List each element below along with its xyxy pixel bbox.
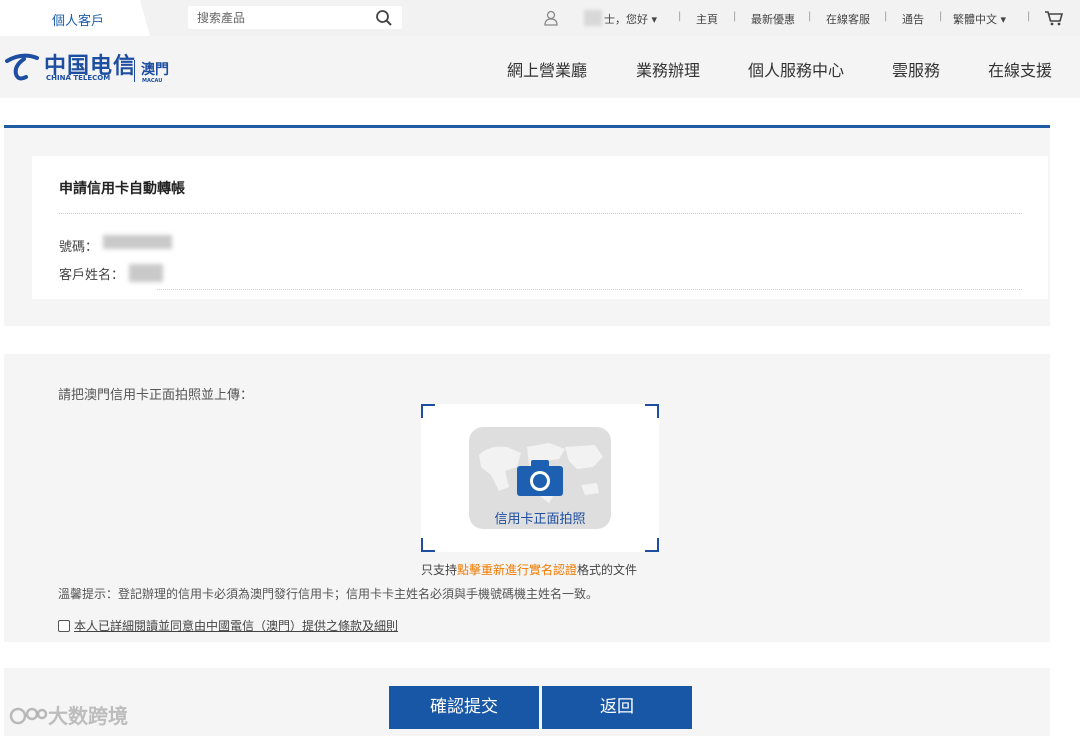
shopping-cart-icon[interactable] [1044,10,1064,26]
link-latest-offers[interactable]: 最新優惠 [751,11,795,27]
link-notices[interactable]: 通告 [902,11,924,27]
telecom-swirl-icon [5,53,39,81]
customer-name-redacted [129,264,163,282]
terms-agreement[interactable]: 本人已詳細閱讀並同意由中國電信（澳門）提供之條款及細則 [58,617,398,634]
logo-region: 澳門 [141,62,169,78]
tab-personal-label: 個人客戶 [52,14,105,29]
frame-corner [645,404,659,418]
support-note: 只支持點擊重新進行實名認證格式的文件 [421,563,638,577]
frame-corner [645,538,659,552]
user-name-redacted [584,10,602,26]
nav-online-hall[interactable]: 網上營業廳 [507,57,587,81]
watermark: 大数跨境 [8,700,128,729]
reverify-link[interactable]: 點擊重新進行實名認證 [457,563,577,577]
terms-link[interactable]: 本人已詳細閱讀並同意由中國電信（澳門）提供之條款及細則 [74,619,398,633]
top-utility-bar: 個人客戶 搜索產品 士，您好 ▾ | 主頁 | 最新優惠 | 在線客服 | 通告… [0,0,1080,36]
warm-tip: 溫馨提示：登記辦理的信用卡必須為澳門發行信用卡；信用卡卡主姓名必須與手機號碼機主… [58,587,599,601]
main-header: 中国电信 CHINA TELECOM 澳門 MACAU 網上營業廳 業務辦理 個… [0,36,1080,98]
frame-corner [421,404,435,418]
camera-icon [517,460,563,496]
user-icon[interactable] [543,10,559,26]
tab-personal-customer[interactable]: 個人客戶 [0,0,150,36]
confirm-submit-button[interactable]: 確認提交 [389,686,539,729]
take-photo-button[interactable]: 信用卡正面拍照 [469,427,611,529]
search-icon[interactable] [375,9,393,27]
number-label: 號碼： [59,240,99,255]
language-selector[interactable]: 繁體中文 ▾ [953,11,1006,27]
nav-personal-service[interactable]: 個人服務中心 [748,57,844,81]
search-input[interactable]: 搜索產品 [188,6,402,29]
nav-cloud[interactable]: 雲服務 [892,57,940,81]
terms-checkbox[interactable] [58,620,70,632]
customer-name-label: 客戶姓名： [59,268,125,283]
watermark-logo-icon [9,707,48,725]
link-home[interactable]: 主頁 [696,11,718,27]
page-title: 申請信用卡自動轉帳 [59,181,185,197]
nav-business[interactable]: 業務辦理 [636,57,700,81]
frame-corner [421,538,435,552]
logo-region-en: MACAU [142,78,163,84]
back-button[interactable]: 返回 [542,686,692,729]
photo-caption: 信用卡正面拍照 [494,512,586,527]
link-online-service[interactable]: 在線客服 [826,11,870,27]
logo-text-en: CHINA TELECOM [46,74,111,82]
search-placeholder: 搜索產品 [197,11,246,25]
user-greeting[interactable]: 士，您好 ▾ [604,11,657,27]
china-telecom-logo[interactable]: 中国电信 CHINA TELECOM 澳門 MACAU [4,48,184,88]
number-value-redacted [103,235,172,249]
upload-instruction: 請把澳門信用卡正面拍照並上傳： [58,388,254,403]
nav-support[interactable]: 在線支援 [988,57,1052,81]
